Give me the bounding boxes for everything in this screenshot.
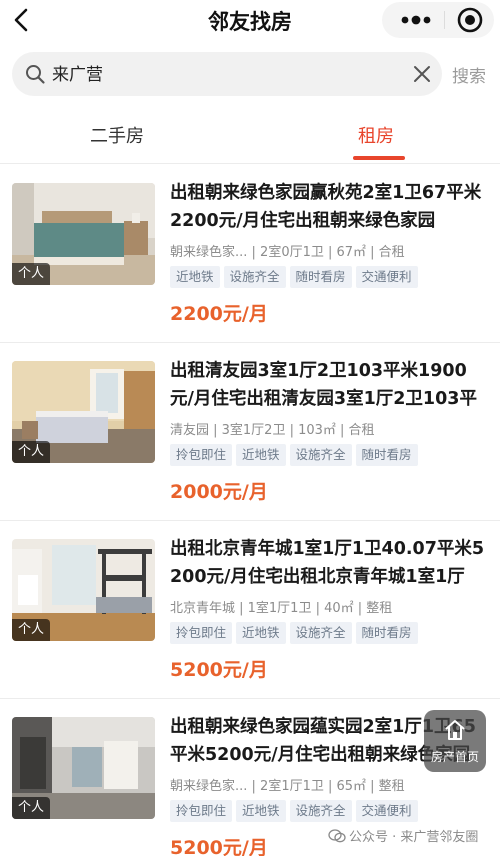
- search-icon: [24, 63, 46, 85]
- feature-tag: 设施齐全: [223, 266, 286, 288]
- listing-photo: 个人: [12, 539, 155, 641]
- listing-card[interactable]: 个人 出租北京青年城1室1厅1卫40.07平米5200元/月住宅出租北京青年城1…: [0, 521, 500, 699]
- feature-tag: 交通便利: [355, 266, 418, 288]
- listing-price: 5200元/月: [170, 659, 268, 681]
- feature-tag: 交通便利: [355, 800, 418, 822]
- feature-tag: 设施齐全: [289, 622, 352, 644]
- feature-tag: 拎包即住: [170, 444, 233, 466]
- listing-title[interactable]: 出租清友园3室1厅2卫103平米1900元/月住宅出租清友园3室1厅2卫103平…: [170, 357, 488, 413]
- search-input[interactable]: [52, 52, 402, 96]
- tab-bar: 二手房 租房: [0, 108, 500, 164]
- listing-meta: 朝来绿色家... | 2室1厅1卫 | 65㎡ | 整租: [170, 779, 405, 794]
- feature-tag: 随时看房: [355, 622, 418, 644]
- listing-title[interactable]: 出租北京青年城1室1厅1卫40.07平米5200元/月住宅出租北京青年城1室1厅: [170, 535, 488, 591]
- search-row: 搜索: [0, 52, 500, 98]
- record-icon[interactable]: [456, 6, 484, 34]
- listing-tags: 拎包即住 近地铁 设施齐全 交通便利: [170, 800, 488, 824]
- search-box[interactable]: [12, 52, 442, 96]
- feature-tag: 近地铁: [236, 622, 286, 644]
- listing-photo: 个人: [12, 717, 155, 819]
- owner-badge: 个人: [12, 441, 51, 463]
- owner-badge: 个人: [12, 797, 51, 819]
- listing-card[interactable]: 个人 出租朝来绿色家园赢秋苑2室1卫67平米2200元/月住宅出租朝来绿色家园 …: [0, 165, 500, 343]
- capsule-divider: [444, 11, 445, 29]
- feature-tag: 随时看房: [355, 444, 418, 466]
- home-icon: [443, 718, 467, 742]
- watermark: 公众号 · 来广营邻友圈: [328, 826, 478, 846]
- feature-tag: 设施齐全: [289, 800, 352, 822]
- listing-tags: 拎包即住 近地铁 设施齐全 随时看房: [170, 444, 488, 468]
- owner-badge: 个人: [12, 619, 51, 641]
- tab-second-hand[interactable]: 二手房: [90, 122, 144, 148]
- listing-price: 2000元/月: [170, 481, 268, 503]
- feature-tag: 近地铁: [236, 444, 286, 466]
- owner-badge: 个人: [12, 263, 51, 285]
- listing-photo: 个人: [12, 183, 155, 285]
- watermark-text: 公众号 · 来广营邻友圈: [349, 830, 479, 845]
- feature-tag: 近地铁: [236, 800, 286, 822]
- more-dots-icon[interactable]: [396, 6, 436, 34]
- listing-price: 5200元/月: [170, 837, 268, 856]
- mini-program-capsule: [382, 2, 494, 38]
- active-tab-indicator: [353, 156, 405, 160]
- property-home-button[interactable]: 房产首页: [424, 710, 486, 772]
- listing-title[interactable]: 出租朝来绿色家园赢秋苑2室1卫67平米2200元/月住宅出租朝来绿色家园: [170, 179, 488, 235]
- top-nav-bar: 邻友找房: [0, 0, 500, 42]
- tab-rent[interactable]: 租房: [358, 122, 394, 148]
- listing-tags: 近地铁 设施齐全 随时看房 交通便利: [170, 266, 488, 290]
- listing-photo: 个人: [12, 361, 155, 463]
- search-button[interactable]: 搜索: [452, 62, 486, 87]
- close-icon[interactable]: [410, 62, 434, 86]
- feature-tag: 设施齐全: [289, 444, 352, 466]
- listing-price: 2200元/月: [170, 303, 268, 325]
- listing-card[interactable]: 个人 出租清友园3室1厅2卫103平米1900元/月住宅出租清友园3室1厅2卫1…: [0, 343, 500, 521]
- feature-tag: 拎包即住: [170, 800, 233, 822]
- listing-tags: 拎包即住 近地铁 设施齐全 随时看房: [170, 622, 488, 646]
- listing-meta: 北京青年城 | 1室1厅1卫 | 40㎡ | 整租: [170, 601, 393, 616]
- listing-meta: 清友园 | 3室1厅2卫 | 103㎡ | 合租: [170, 423, 375, 438]
- listing-meta: 朝来绿色家... | 2室0厅1卫 | 67㎡ | 合租: [170, 245, 405, 260]
- feature-tag: 近地铁: [170, 266, 220, 288]
- feature-tag: 拎包即住: [170, 622, 233, 644]
- feature-tag: 随时看房: [289, 266, 352, 288]
- wechat-logo-icon: [328, 829, 346, 843]
- property-home-label: 房产首页: [430, 750, 479, 764]
